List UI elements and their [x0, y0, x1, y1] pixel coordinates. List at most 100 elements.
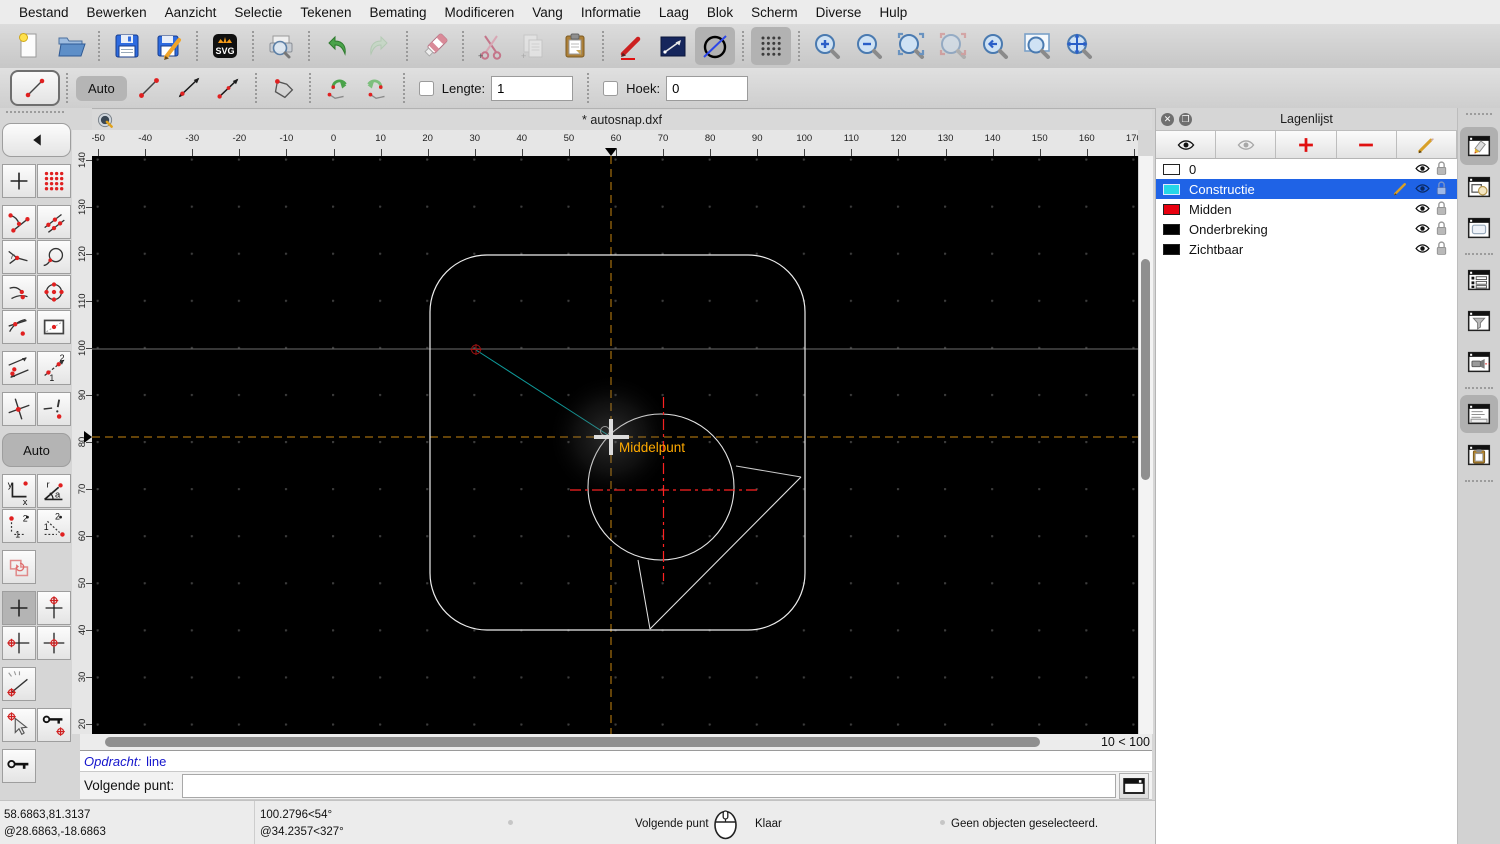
restrict-vertical-button[interactable]	[37, 591, 71, 625]
layer-row-onderbreking[interactable]: Onderbreking	[1156, 219, 1457, 239]
hide-all-layers-button[interactable]	[1216, 131, 1276, 158]
active-line-tool-button[interactable]	[10, 70, 60, 106]
layer-lock-icon[interactable]	[1433, 240, 1450, 257]
layer-visibility-icon[interactable]	[1414, 200, 1431, 217]
paste-button[interactable]	[555, 27, 595, 65]
menu-blok[interactable]: Blok	[698, 5, 742, 20]
restrict-directions-button[interactable]	[2, 351, 36, 385]
remove-layer-button[interactable]	[1337, 131, 1397, 158]
pen-red-button[interactable]	[611, 27, 651, 65]
horizontal-scrollbar[interactable]: 10 < 100	[80, 734, 1152, 750]
segment-redo-button[interactable]	[357, 70, 397, 106]
dock-block-toggle-button[interactable]	[1460, 168, 1498, 206]
dock-list-toggle-button[interactable]	[1460, 261, 1498, 299]
polyline-tool-button[interactable]	[263, 70, 303, 106]
auto-mode-button[interactable]: Auto	[76, 76, 127, 101]
zoom-pan-button[interactable]	[1059, 27, 1099, 65]
snap-distance-button[interactable]: 12	[37, 351, 71, 385]
snap-perpendicular-button[interactable]	[2, 240, 36, 274]
layer-lock-icon[interactable]	[1433, 200, 1450, 217]
snap-endpoints-button[interactable]	[2, 205, 36, 239]
set-relative-zero-button[interactable]	[2, 667, 36, 701]
restrict-orthogonal-button[interactable]	[37, 626, 71, 660]
layer-visibility-icon[interactable]	[1414, 180, 1431, 197]
command-options-button[interactable]	[1119, 773, 1149, 799]
collapse-left-button[interactable]	[2, 123, 71, 157]
restrict-nothing-button[interactable]	[2, 591, 36, 625]
zoom-window-button[interactable]	[1017, 27, 1057, 65]
palette-drag-handle[interactable]	[6, 111, 64, 120]
snap-intersection-button[interactable]	[2, 392, 36, 426]
segment-undo-button[interactable]	[317, 70, 357, 106]
dock-laser-toggle-button[interactable]	[1460, 343, 1498, 381]
zoom-in-button[interactable]	[807, 27, 847, 65]
length-input[interactable]	[491, 76, 573, 101]
line-angle-button[interactable]	[169, 70, 209, 106]
coord-cartesian-button[interactable]: yx	[2, 474, 36, 508]
add-layer-button[interactable]	[1276, 131, 1336, 158]
vertical-scrollbar[interactable]	[1138, 156, 1153, 734]
menu-diverse[interactable]: Diverse	[807, 5, 871, 20]
zoom-select-button[interactable]	[933, 27, 973, 65]
cut-button[interactable]: +	[471, 27, 511, 65]
auto-snap-button[interactable]: Auto	[2, 433, 71, 467]
svg-export-button[interactable]: SVG	[205, 27, 245, 65]
open-folder-button[interactable]	[51, 27, 91, 65]
dock-command-toggle-button[interactable]	[1460, 395, 1498, 433]
snap-relative-zero-button[interactable]	[2, 708, 36, 742]
lock-relative-zero-button[interactable]	[37, 708, 71, 742]
menu-laag[interactable]: Laag	[650, 5, 698, 20]
dock-clipboard-toggle-button[interactable]	[1460, 436, 1498, 474]
eraser-button[interactable]	[415, 27, 455, 65]
snap-exclusive-button[interactable]	[2, 550, 36, 584]
layer-edit-icon[interactable]	[1392, 180, 1409, 197]
layer-row-0[interactable]: 0	[1156, 159, 1457, 179]
coord-polar-button[interactable]: ra	[37, 474, 71, 508]
menu-bestand[interactable]: Bestand	[10, 5, 78, 20]
layer-row-constructie[interactable]: Constructie	[1156, 179, 1457, 199]
line-2p-button[interactable]	[129, 70, 169, 106]
layer-visibility-icon[interactable]	[1414, 220, 1431, 237]
edit-layer-button[interactable]	[1397, 131, 1457, 158]
snap-auto-button[interactable]	[2, 275, 36, 309]
layer-row-midden[interactable]: Midden	[1156, 199, 1457, 219]
menu-bewerken[interactable]: Bewerken	[78, 5, 156, 20]
dock-filter-toggle-button[interactable]	[1460, 302, 1498, 340]
layer-visibility-icon[interactable]	[1414, 160, 1431, 177]
vertical-scrollbar-thumb[interactable]	[1141, 259, 1150, 480]
horizontal-scrollbar-thumb[interactable]	[105, 737, 1040, 747]
restrict-horizontal-button[interactable]	[2, 626, 36, 660]
zoom-out-button[interactable]	[849, 27, 889, 65]
save-as-button[interactable]	[149, 27, 189, 65]
snap-intersection-manual-button[interactable]	[37, 392, 71, 426]
layer-lock-icon[interactable]	[1433, 180, 1450, 197]
length-checkbox[interactable]	[419, 81, 434, 96]
snap-center-button[interactable]	[37, 275, 71, 309]
menu-bemating[interactable]: Bemating	[360, 5, 435, 20]
snap-free-button[interactable]	[2, 164, 36, 198]
print-preview-button[interactable]	[261, 27, 301, 65]
dock-drag-handle[interactable]	[1466, 113, 1492, 121]
layer-visibility-icon[interactable]	[1414, 240, 1431, 257]
dock-library-toggle-button[interactable]	[1460, 209, 1498, 247]
new-file-button[interactable]	[9, 27, 49, 65]
layer-row-zichtbaar[interactable]: Zichtbaar	[1156, 239, 1457, 259]
redo-button[interactable]	[359, 27, 399, 65]
rel-cartesian-button[interactable]: 12	[2, 509, 36, 543]
line-tool-button[interactable]	[653, 27, 693, 65]
drawing-canvas[interactable]: Middelpunt	[92, 156, 1138, 734]
menu-scherm[interactable]: Scherm	[742, 5, 807, 20]
zoom-auto-button[interactable]	[891, 27, 931, 65]
menu-hulp[interactable]: Hulp	[870, 5, 916, 20]
copy-button[interactable]: +	[513, 27, 553, 65]
undo-button[interactable]	[317, 27, 357, 65]
angle-input[interactable]	[666, 76, 748, 101]
menu-modificeren[interactable]: Modificeren	[436, 5, 524, 20]
rel-polar-button[interactable]: 12	[37, 509, 71, 543]
line-arrow-button[interactable]	[209, 70, 249, 106]
menu-vang[interactable]: Vang	[523, 5, 572, 20]
circle-tool-button[interactable]	[695, 27, 735, 65]
snap-tangent-point-button[interactable]	[37, 240, 71, 274]
snap-grid-button[interactable]	[37, 164, 71, 198]
save-button[interactable]	[107, 27, 147, 65]
